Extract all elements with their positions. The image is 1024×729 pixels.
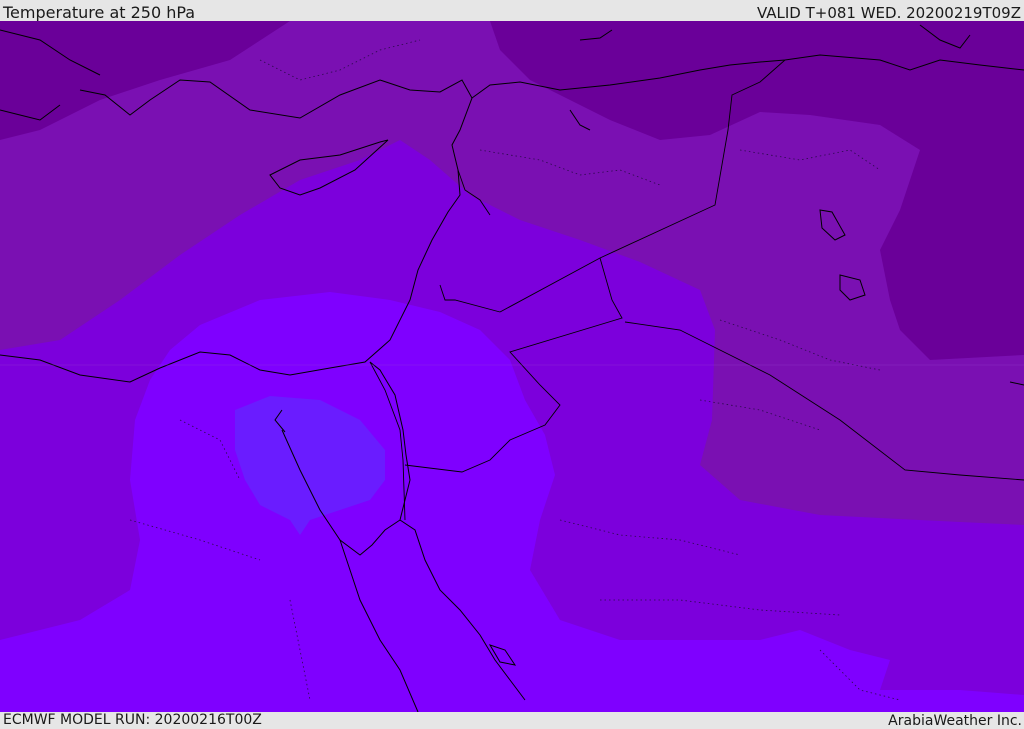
map-header: Temperature at 250 hPa VALID T+081 WED. … <box>0 0 1024 22</box>
valid-time: VALID T+081 WED. 20200219T09Z <box>756 4 1021 22</box>
model-run: ECMWF MODEL RUN: 20200216T00Z <box>3 712 262 728</box>
map-title: Temperature at 250 hPa <box>3 3 196 22</box>
map-footer: ECMWF MODEL RUN: 20200216T00Z ArabiaWeat… <box>0 712 1024 729</box>
credit: ArabiaWeather Inc. <box>888 713 1022 729</box>
temperature-map[interactable] <box>0 21 1024 712</box>
